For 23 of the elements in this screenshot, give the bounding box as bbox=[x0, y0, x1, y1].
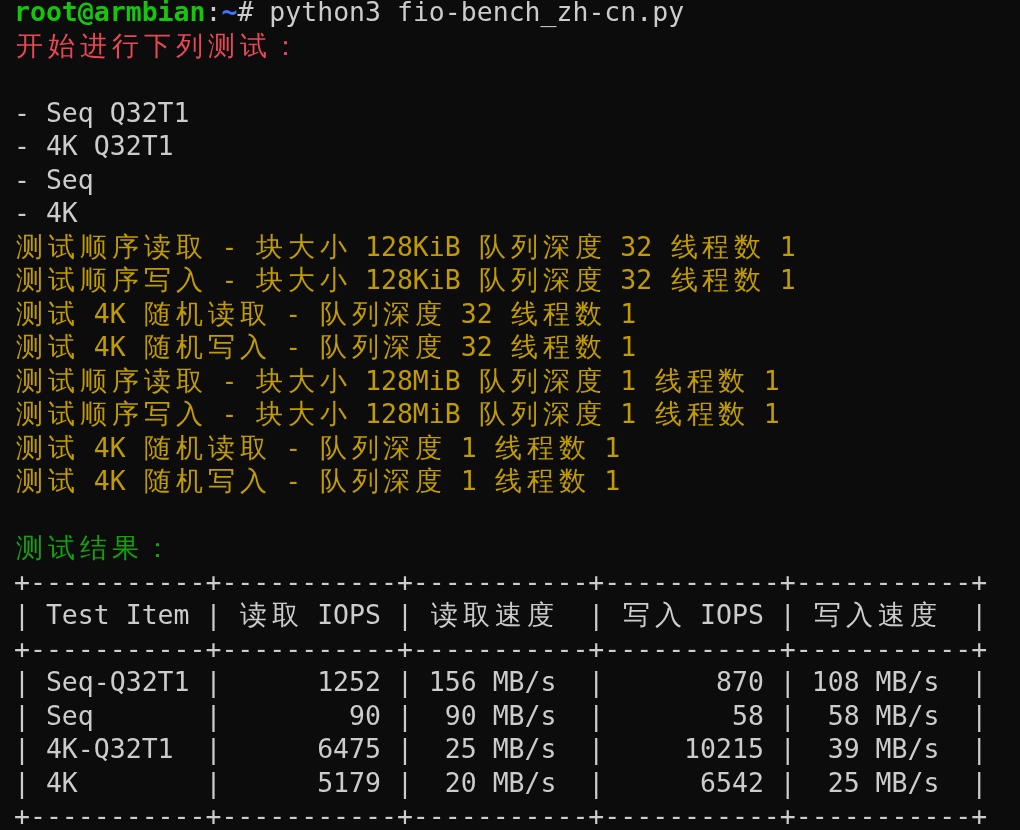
list-item-text: - Seq bbox=[14, 163, 94, 195]
status-text: 测试顺序写入 - 块大小 128MiB 队列深度 1 线程数 1 bbox=[15, 398, 780, 429]
status-text: 测试 4K 随机读取 - 队列深度 1 线程数 1 bbox=[15, 431, 621, 463]
table-header-row: | Test Item | 读取 IOPS | 读取速度 | 写入 IOPS | 写入速度 | bbox=[14, 599, 988, 630]
command-line: root@armbian:~# python3 fio-bench_zh-cn.py bbox=[14, 0, 685, 27]
heading-text: 开始进行下列测试： bbox=[15, 29, 300, 61]
table-border: +-----------+-----------+-----------+-----------+-----------+ bbox=[14, 565, 988, 597]
table-border: +-----------+-----------+-----------+-----------+-----------+ bbox=[14, 632, 988, 664]
list-item-text: - Seq Q32T1 bbox=[14, 96, 190, 128]
table-row: | Seq-Q32T1 | 1252 | 156 MB/s | 870 | 108 MB/s | bbox=[14, 666, 988, 697]
status-text: 测试 4K 随机写入 - 队列深度 32 线程数 1 bbox=[15, 331, 637, 362]
status-text: 测试 4K 随机写入 - 队列深度 1 线程数 1 bbox=[15, 465, 621, 496]
status-text: 测试顺序读取 - 块大小 128MiB 队列深度 1 线程数 1 bbox=[15, 364, 780, 396]
table-border: +-----------+-----------+-----------+-----------+-----------+ bbox=[14, 800, 988, 830]
section-heading: 测试结果： bbox=[15, 532, 173, 563]
status-text: 测试 4K 随机读取 - 队列深度 32 线程数 1 bbox=[15, 297, 637, 329]
table-row: | 4K-Q32T1 | 6475 | 25 MB/s | 10215 | 39 MB/s | bbox=[14, 733, 988, 764]
status-text: 测试顺序写入 - 块大小 128KiB 队列深度 32 线程数 1 bbox=[15, 264, 796, 295]
list-item-text: - 4K Q32T1 bbox=[14, 130, 174, 161]
table-row: | Seq | 90 | 90 MB/s | 58 | 58 MB/s | bbox=[14, 699, 988, 731]
status-text: 测试顺序读取 - 块大小 128KiB 队列深度 32 线程数 1 bbox=[15, 230, 796, 262]
list-item-text: - 4K bbox=[14, 197, 78, 228]
table-row: | 4K | 5179 | 20 MB/s | 6542 | 25 MB/s | bbox=[14, 766, 988, 798]
